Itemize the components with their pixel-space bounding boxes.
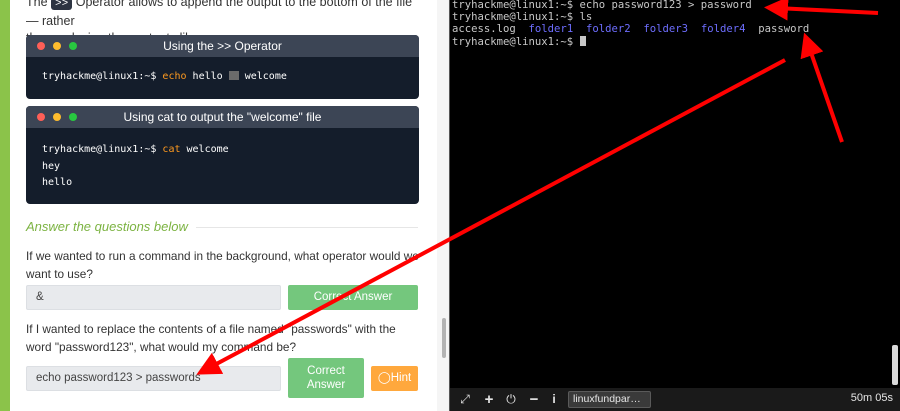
terminal-scrollbar-thumb[interactable] [892, 345, 898, 385]
question-2-text: If I wanted to replace the contents of a… [26, 322, 396, 354]
question-1-answer-input[interactable]: & [26, 285, 281, 310]
question-2-answer-input[interactable]: echo password123 > passwords [26, 366, 281, 391]
operator-code-chip: >> [51, 0, 73, 10]
vm-taskbar: ⤢ + ⏻ − i linuxfundpar… 50m 05s [450, 388, 900, 411]
power-icon[interactable]: ⏻ [504, 392, 518, 406]
expand-icon[interactable]: ⤢ [458, 392, 472, 406]
terminal-titlebar: Using cat to output the "welcome" file [26, 106, 419, 128]
lightbulb-icon: ◯ [377, 372, 391, 384]
terminal-body: tryhackme@linux1:~$ echo hello welcome [42, 71, 287, 82]
task-content-pane: The >> Operator allows to append the out… [0, 0, 448, 411]
left-scrollbar-thumb[interactable] [442, 318, 446, 358]
heading-divider [196, 227, 418, 228]
terminal-cursor [579, 35, 586, 46]
vm-terminal-output[interactable]: tryhackme@linux1:~$ echo password123 > p… [450, 0, 890, 388]
question-1-correct-answer-button[interactable]: Correct Answer [288, 285, 418, 310]
answer-section-heading: Answer the questions below [26, 219, 188, 234]
taskbar-window-tab[interactable]: linuxfundpar… [568, 391, 651, 408]
terminal-body: tryhackme@linux1:~$ cat welcome hey hell… [42, 144, 229, 188]
terminal-title: Using cat to output the "welcome" file [123, 110, 322, 124]
vm-terminal-pane[interactable]: tryhackme@linux1:~$ echo password123 > p… [449, 0, 900, 411]
example-terminal-append: Using the >> Operator tryhackme@linux1:~… [26, 35, 419, 99]
add-icon[interactable]: + [482, 391, 496, 408]
terminal-titlebar: Using the >> Operator [26, 35, 419, 57]
hint-button[interactable]: ◯Hint [371, 366, 418, 391]
redirect-operator-block [228, 71, 239, 80]
example-terminal-cat: Using cat to output the "welcome" file t… [26, 106, 419, 204]
minimize-icon[interactable]: − [527, 391, 541, 408]
question-1-text: If we wanted to run a command in the bac… [26, 249, 419, 281]
question-2-correct-answer-button[interactable]: Correct Answer [288, 358, 364, 398]
session-timer: 50m 05s [850, 392, 893, 404]
info-icon[interactable]: i [547, 392, 561, 406]
task-accent-bar [0, 0, 10, 411]
terminal-title: Using the >> Operator [163, 39, 282, 53]
